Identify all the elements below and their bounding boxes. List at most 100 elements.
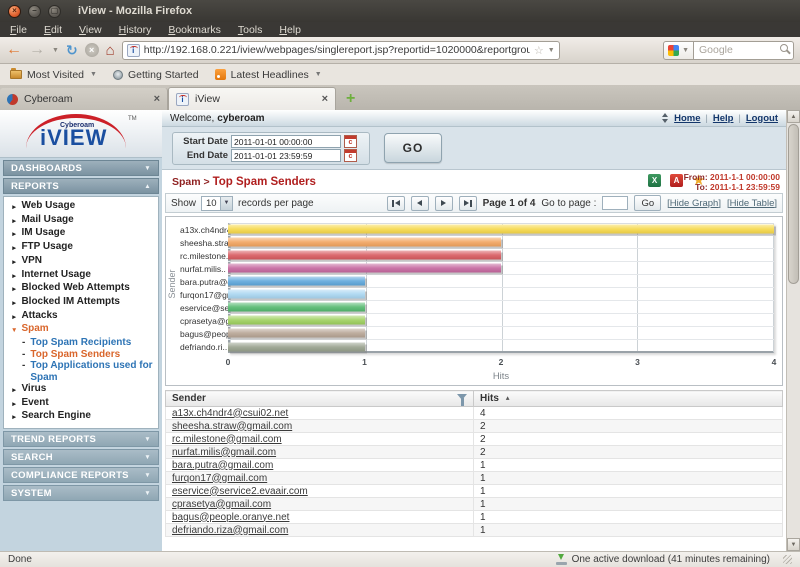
- menu-bookmarks[interactable]: Bookmarks: [168, 24, 221, 36]
- hide-table-link[interactable]: [Hide Table]: [727, 198, 777, 209]
- column-header-sender[interactable]: Sender: [166, 391, 474, 407]
- sidebar-item-top-spam-recipients[interactable]: -Top Spam Recipients: [4, 337, 158, 349]
- pager-last-button[interactable]: [459, 196, 477, 211]
- search-input[interactable]: [694, 41, 794, 60]
- chart-bar[interactable]: [228, 316, 365, 325]
- calendar-icon[interactable]: c: [344, 149, 357, 162]
- chart-bar[interactable]: [228, 303, 365, 312]
- back-button[interactable]: ←: [6, 42, 22, 58]
- collapse-header-icon[interactable]: [661, 113, 669, 123]
- pager-next-button[interactable]: [435, 196, 453, 211]
- sidebar-section-trend-reports[interactable]: TREND REPORTS▼: [3, 431, 159, 447]
- chart-bar[interactable]: [228, 290, 365, 299]
- sender-link[interactable]: sheesha.straw@gmail.com: [172, 421, 292, 432]
- home-button[interactable]: ⌂: [106, 43, 115, 58]
- reload-button[interactable]: ↻: [66, 42, 78, 59]
- engine-dropdown-icon[interactable]: ▼: [682, 47, 689, 54]
- history-dropdown-icon[interactable]: ▼: [52, 47, 59, 54]
- sidebar-section-compliance-reports[interactable]: COMPLIANCE REPORTS▼: [3, 467, 159, 483]
- tab-cyberoam[interactable]: Cyberoam ×: [0, 88, 168, 110]
- filter-icon[interactable]: [457, 394, 467, 404]
- tab-iview[interactable]: i iView ×: [168, 87, 336, 110]
- sidebar-item-im-usage[interactable]: ►IM Usage: [4, 227, 158, 241]
- sidebar-item-blocked-im-attempts[interactable]: ►Blocked IM Attempts: [4, 296, 158, 310]
- sidebar-section-system[interactable]: SYSTEM▼: [3, 485, 159, 501]
- sender-link[interactable]: a13x.ch4ndr4@csui02.net: [172, 408, 288, 419]
- download-status[interactable]: One active download (41 minutes remainin…: [556, 554, 792, 565]
- goto-go-button[interactable]: Go: [634, 195, 661, 211]
- sidebar-item-top-applications-used-for-spam[interactable]: -Top Applications used for Spam: [4, 360, 158, 383]
- tab-close-icon[interactable]: ×: [322, 94, 328, 105]
- hide-graph-link[interactable]: [Hide Graph]: [667, 198, 721, 209]
- resize-grip[interactable]: [783, 555, 792, 564]
- sender-link[interactable]: rc.milestone@gmail.com: [172, 434, 282, 445]
- sidebar-item-search-engine[interactable]: ►Search Engine: [4, 410, 158, 424]
- url-text[interactable]: http://192.168.0.221/iview/webpages/sing…: [144, 44, 530, 56]
- tab-close-icon[interactable]: ×: [154, 94, 160, 105]
- sidebar-item-blocked-web-attempts[interactable]: ►Blocked Web Attempts: [4, 282, 158, 296]
- chart-bar[interactable]: [228, 342, 365, 351]
- bookmark-star-icon[interactable]: ☆: [534, 44, 544, 57]
- sender-link[interactable]: nurfat.milis@gmail.com: [172, 447, 276, 458]
- page-size-select[interactable]: 10 ▼: [201, 196, 233, 211]
- sidebar-item-internet-usage[interactable]: ►Internet Usage: [4, 269, 158, 283]
- menu-history[interactable]: History: [119, 24, 152, 36]
- sender-link[interactable]: bagus@people.oranye.net: [172, 512, 289, 523]
- go-button[interactable]: GO: [384, 133, 442, 163]
- window-close-button[interactable]: ×: [8, 5, 21, 18]
- export-pdf-icon[interactable]: A: [670, 174, 683, 187]
- menu-help[interactable]: Help: [279, 24, 301, 36]
- sidebar-item-vpn[interactable]: ►VPN: [4, 255, 158, 269]
- vertical-scrollbar[interactable]: ▲ ▼: [786, 110, 800, 551]
- forward-button[interactable]: →: [29, 42, 45, 58]
- url-dropdown-icon[interactable]: ▼: [548, 47, 555, 54]
- menu-tools[interactable]: Tools: [238, 24, 263, 36]
- pager-prev-button[interactable]: [411, 196, 429, 211]
- bookmark-getting-started[interactable]: Getting Started: [113, 69, 199, 81]
- new-tab-button[interactable]: +: [346, 91, 355, 107]
- export-excel-icon[interactable]: X: [648, 174, 661, 187]
- chart-bar[interactable]: [228, 225, 774, 234]
- menu-file[interactable]: File: [10, 24, 27, 36]
- sender-link[interactable]: bara.putra@gmail.com: [172, 460, 273, 471]
- sidebar-item-attacks[interactable]: ►Attacks: [4, 310, 158, 324]
- pager-first-button[interactable]: [387, 196, 405, 211]
- sidebar-item-mail-usage[interactable]: ►Mail Usage: [4, 214, 158, 228]
- sender-link[interactable]: furqon17@gmail.com: [172, 473, 267, 484]
- chart-bar[interactable]: [228, 251, 501, 260]
- window-minimize-button[interactable]: –: [28, 5, 41, 18]
- scroll-down-arrow[interactable]: ▼: [787, 538, 800, 551]
- window-maximize-button[interactable]: ▢: [48, 5, 61, 18]
- bookmark-latest-headlines[interactable]: Latest Headlines ▼: [215, 69, 322, 81]
- sidebar-item-event[interactable]: ►Event: [4, 397, 158, 411]
- sidebar-item-virus[interactable]: ►Virus: [4, 383, 158, 397]
- chart-bar[interactable]: [228, 264, 501, 273]
- calendar-icon[interactable]: c: [344, 135, 357, 148]
- menu-edit[interactable]: Edit: [44, 24, 62, 36]
- sender-link[interactable]: defriando.riza@gmail.com: [172, 525, 288, 536]
- sidebar-item-spam[interactable]: ▼Spam: [4, 323, 158, 337]
- sidebar-item-web-usage[interactable]: ►Web Usage: [4, 200, 158, 214]
- chart-bar[interactable]: [228, 277, 365, 286]
- end-date-input[interactable]: [231, 149, 341, 162]
- chart-bar[interactable]: [228, 329, 365, 338]
- logout-link[interactable]: Logout: [746, 113, 778, 124]
- search-icon[interactable]: [780, 44, 788, 52]
- goto-page-input[interactable]: [602, 196, 628, 210]
- sidebar-section-dashboards[interactable]: DASHBOARDS ▼: [3, 160, 159, 176]
- menu-view[interactable]: View: [79, 24, 102, 36]
- sidebar-item-ftp-usage[interactable]: ►FTP Usage: [4, 241, 158, 255]
- breadcrumb-section[interactable]: Spam: [172, 176, 201, 188]
- help-link[interactable]: Help: [713, 113, 734, 124]
- scrollbar-thumb[interactable]: [788, 124, 799, 284]
- chart-bar[interactable]: [228, 238, 501, 247]
- scroll-up-arrow[interactable]: ▲: [787, 110, 800, 123]
- sidebar-section-search[interactable]: SEARCH▼: [3, 449, 159, 465]
- search-engine-selector[interactable]: ▼: [663, 41, 694, 60]
- sender-link[interactable]: cprasetya@gmail.com: [172, 499, 271, 510]
- sidebar-section-reports[interactable]: REPORTS ▲: [3, 178, 159, 194]
- sidebar-item-top-spam-senders[interactable]: -Top Spam Senders: [4, 349, 158, 361]
- column-header-hits[interactable]: Hits ▴: [474, 391, 783, 407]
- sender-link[interactable]: eservice@service2.evaair.com: [172, 486, 308, 497]
- url-bar[interactable]: i http://192.168.0.221/iview/webpages/si…: [122, 41, 560, 60]
